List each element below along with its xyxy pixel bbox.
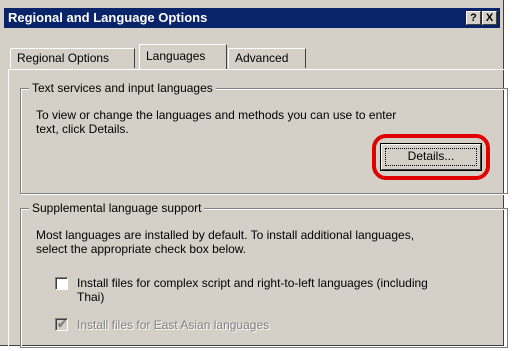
tab-strip: Regional Options Languages Advanced xyxy=(8,44,498,72)
close-button[interactable]: X xyxy=(482,11,497,25)
title-bar[interactable]: Regional and Language Options ? X xyxy=(4,8,500,28)
help-button[interactable]: ? xyxy=(466,11,481,25)
tab-advanced[interactable]: Advanced xyxy=(228,48,306,68)
dialog-window: Regional and Language Options ? X Region… xyxy=(0,0,508,349)
tab-languages[interactable]: Languages xyxy=(139,44,227,69)
tab-panel xyxy=(8,69,504,349)
tab-regional-options[interactable]: Regional Options xyxy=(10,48,135,68)
window-title: Regional and Language Options xyxy=(8,10,208,25)
